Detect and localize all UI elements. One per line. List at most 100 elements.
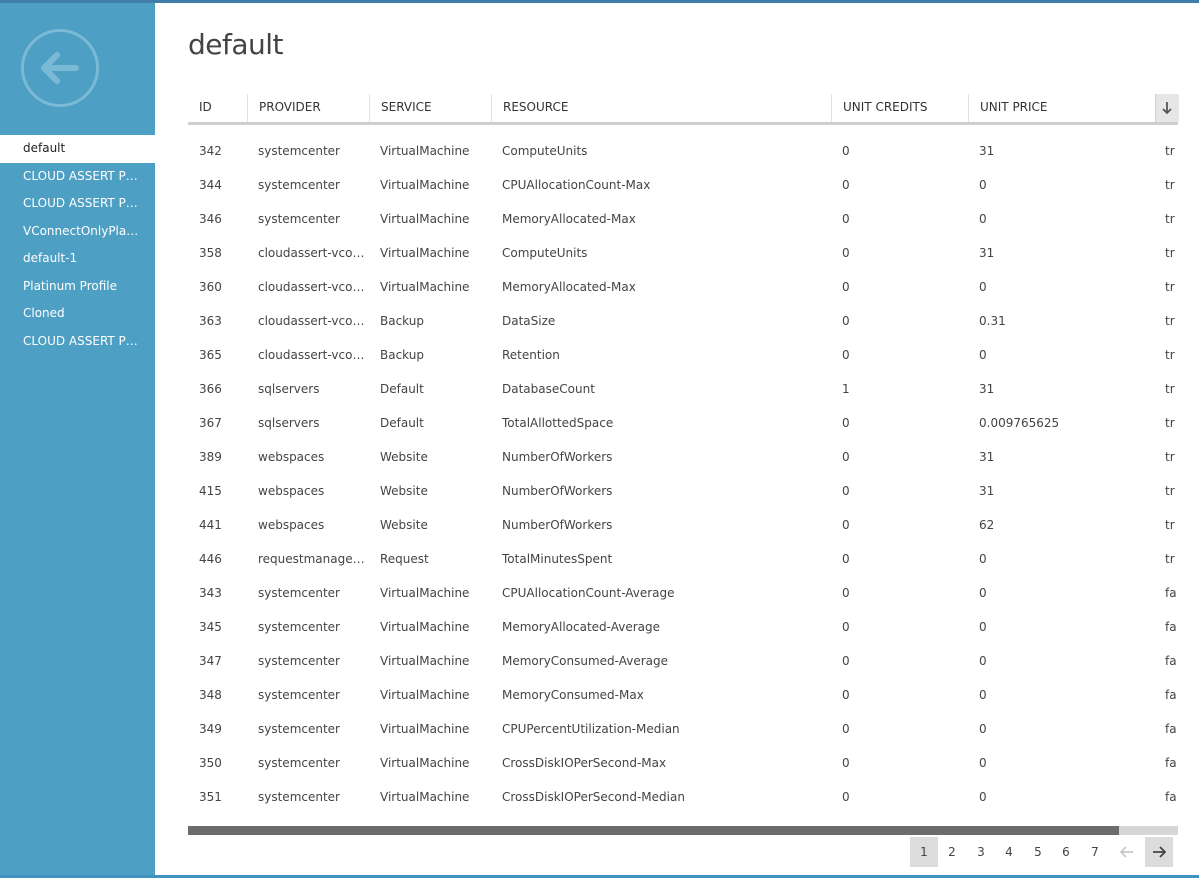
column-header-id[interactable]: ID xyxy=(188,94,247,122)
cell-unit-credits: 0 xyxy=(842,722,850,736)
table-row[interactable]: 351 systemcenter VirtualMachine CrossDiskIO… xyxy=(188,780,1178,814)
previous-page-button[interactable] xyxy=(1113,837,1141,867)
sidebar-item[interactable]: default-1 xyxy=(0,245,155,273)
cell-resource: TotalAllottedSpace xyxy=(502,416,614,430)
cell-service: Website xyxy=(380,484,428,498)
cell-provider: systemcenter xyxy=(258,688,340,702)
cell-resource: DataSize xyxy=(502,314,556,328)
page-button-1[interactable]: 1 xyxy=(910,837,938,867)
cell-unit-credits: 0 xyxy=(842,212,850,226)
table-row[interactable]: 348 systemcenter VirtualMachine MemoryConsu… xyxy=(188,678,1178,712)
page-button-6[interactable]: 6 xyxy=(1052,837,1080,867)
page-button-3[interactable]: 3 xyxy=(967,837,995,867)
horizontal-scrollbar[interactable] xyxy=(188,826,1178,835)
table-row[interactable]: 358 cloudassert-vconn... VirtualMachine Com… xyxy=(188,236,1178,270)
cell-provider: systemcenter xyxy=(258,586,340,600)
table-row[interactable]: 349 systemcenter VirtualMachine CPUPercentU… xyxy=(188,712,1178,746)
table-row[interactable]: 441 webspaces Website NumberOfWorkers 0 62 tr xyxy=(188,508,1178,542)
cell-service: VirtualMachine xyxy=(380,246,470,260)
cell-truncated: fa xyxy=(1165,620,1177,634)
column-header-unit-price[interactable]: UNIT PRICE xyxy=(968,94,1155,122)
cell-provider: systemcenter xyxy=(258,722,340,736)
table-row[interactable]: 415 webspaces Website NumberOfWorkers 0 31 tr xyxy=(188,474,1178,508)
cell-provider: requestmanagement xyxy=(258,552,369,566)
cell-truncated: tr xyxy=(1165,212,1175,226)
cell-resource: MemoryConsumed-Average xyxy=(502,654,669,668)
sidebar-item[interactable]: CLOUD ASSERT PR... xyxy=(0,163,155,191)
column-header-provider[interactable]: PROVIDER xyxy=(247,94,369,122)
cell-resource: MemoryAllocated-Max xyxy=(502,280,636,294)
cell-truncated: tr xyxy=(1165,144,1175,158)
cell-unit-price: 0 xyxy=(979,688,987,702)
cell-resource: NumberOfWorkers xyxy=(502,518,613,532)
sidebar-item[interactable]: CLOUD ASSERT PR... xyxy=(0,328,155,356)
table-row[interactable]: 346 systemcenter VirtualMachine MemoryAlloc… xyxy=(188,202,1178,236)
table-row[interactable]: 389 webspaces Website NumberOfWorkers 0 31 tr xyxy=(188,440,1178,474)
cell-provider: cloudassert-vconn... xyxy=(258,314,369,328)
cell-unit-price: 31 xyxy=(979,144,995,158)
table-row[interactable]: 366 sqlservers Default DatabaseCount 1 31 tr xyxy=(188,372,1178,406)
table-row[interactable]: 342 systemcenter VirtualMachine ComputeUnit… xyxy=(188,134,1178,168)
cell-resource: ComputeUnits xyxy=(502,144,588,158)
cell-unit-price: 0 xyxy=(979,620,987,634)
cell-unit-price: 0 xyxy=(979,756,987,770)
sidebar-item[interactable]: VConnectOnlyPlan ... xyxy=(0,218,155,246)
cell-resource: CrossDiskIOPerSecond-Median xyxy=(502,790,685,804)
cell-unit-credits: 0 xyxy=(842,280,850,294)
cell-truncated: fa xyxy=(1165,586,1177,600)
cell-unit-price: 0 xyxy=(979,586,987,600)
table-row[interactable]: 343 systemcenter VirtualMachine CPUAllocati… xyxy=(188,576,1178,610)
back-button[interactable] xyxy=(21,29,99,107)
cell-unit-credits: 0 xyxy=(842,246,850,260)
cell-truncated: tr xyxy=(1165,246,1175,260)
sidebar-item[interactable]: default xyxy=(0,135,155,163)
table-row[interactable]: 446 requestmanagement Request TotalMinutesS… xyxy=(188,542,1178,576)
table-row[interactable]: 350 systemcenter VirtualMachine CrossDiskIO… xyxy=(188,746,1178,780)
sidebar-item[interactable]: Platinum Profile xyxy=(0,273,155,301)
next-page-button[interactable] xyxy=(1145,837,1173,867)
cell-resource: CrossDiskIOPerSecond-Max xyxy=(502,756,667,770)
column-header-unit-credits[interactable]: UNIT CREDITS xyxy=(831,94,968,122)
cell-provider: systemcenter xyxy=(258,144,340,158)
table-row[interactable]: 344 systemcenter VirtualMachine CPUAllocati… xyxy=(188,168,1178,202)
cell-id: 441 xyxy=(199,518,222,532)
cell-provider: sqlservers xyxy=(258,416,320,430)
page-button-4[interactable]: 4 xyxy=(995,837,1023,867)
table-row[interactable]: 363 cloudassert-vconn... Backup DataSize 0 0.… xyxy=(188,304,1178,338)
sort-button[interactable] xyxy=(1155,94,1179,122)
cell-unit-price: 0 xyxy=(979,722,987,736)
cell-resource: CPUAllocationCount-Max xyxy=(502,178,651,192)
table-row[interactable]: 345 systemcenter VirtualMachine MemoryAlloc… xyxy=(188,610,1178,644)
page-button-2[interactable]: 2 xyxy=(938,837,966,867)
table-row[interactable]: 365 cloudassert-vconn... Backup Retention 0 0… xyxy=(188,338,1178,372)
cell-provider: systemcenter xyxy=(258,212,340,226)
cell-unit-credits: 0 xyxy=(842,178,850,192)
scrollbar-thumb[interactable] xyxy=(188,826,1119,835)
cell-id: 349 xyxy=(199,722,222,736)
cell-provider: systemcenter xyxy=(258,178,340,192)
cell-provider: systemcenter xyxy=(258,654,340,668)
cell-unit-price: 31 xyxy=(979,484,995,498)
cell-truncated: tr xyxy=(1165,484,1175,498)
cell-truncated: fa xyxy=(1165,688,1177,702)
table-row[interactable]: 347 systemcenter VirtualMachine MemoryConsu… xyxy=(188,644,1178,678)
column-header-resource[interactable]: RESOURCE xyxy=(491,94,831,122)
cell-truncated: tr xyxy=(1165,552,1175,566)
column-header-service[interactable]: SERVICE xyxy=(369,94,491,122)
sidebar-item[interactable]: Cloned xyxy=(0,300,155,328)
cell-id: 366 xyxy=(199,382,222,396)
cell-service: VirtualMachine xyxy=(380,212,470,226)
cell-unit-credits: 0 xyxy=(842,688,850,702)
cell-unit-credits: 0 xyxy=(842,144,850,158)
cell-truncated: fa xyxy=(1165,756,1177,770)
cell-id: 363 xyxy=(199,314,222,328)
page-button-7[interactable]: 7 xyxy=(1081,837,1109,867)
table-row[interactable]: 360 cloudassert-vconn... VirtualMachine Mem… xyxy=(188,270,1178,304)
sidebar-item[interactable]: CLOUD ASSERT PR... xyxy=(0,190,155,218)
table-row[interactable]: 367 sqlservers Default TotalAllottedSpace 0 0… xyxy=(188,406,1178,440)
cell-service: Default xyxy=(380,416,424,430)
page-button-5[interactable]: 5 xyxy=(1024,837,1052,867)
cell-id: 350 xyxy=(199,756,222,770)
cell-service: Backup xyxy=(380,348,424,362)
cell-provider: systemcenter xyxy=(258,790,340,804)
